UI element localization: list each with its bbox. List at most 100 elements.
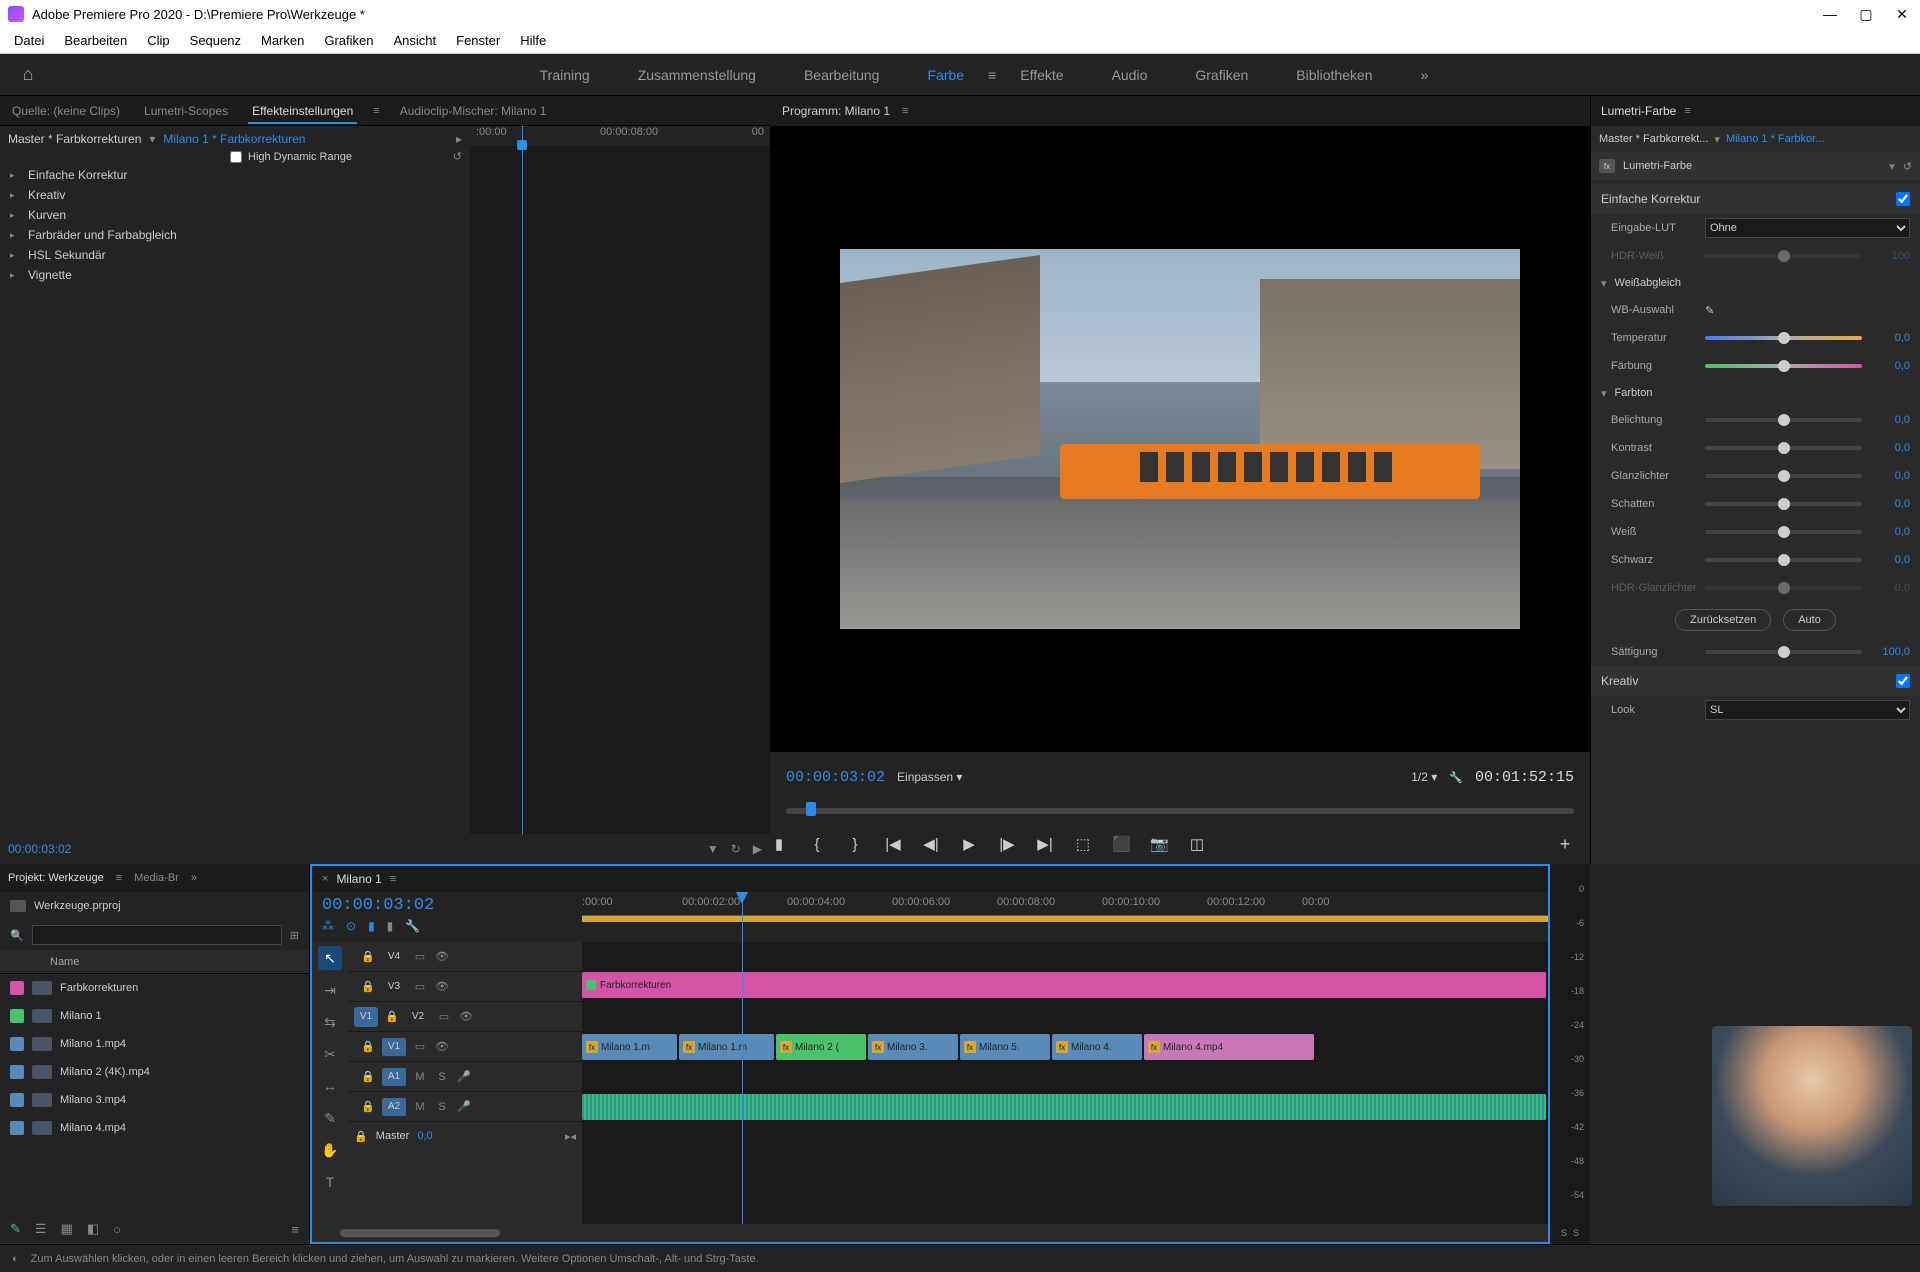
workspace-assembly[interactable]: Zusammenstellung (614, 67, 780, 83)
tab-audio-mixer[interactable]: Audioclip-Mischer: Milano 1 (396, 104, 551, 118)
filter-icon[interactable]: ▼ (707, 842, 719, 856)
column-name-header[interactable]: Name (50, 956, 79, 968)
program-scrubber[interactable] (770, 802, 1590, 824)
button-editor-add-icon[interactable]: + (1556, 834, 1574, 855)
project-item[interactable]: Milano 1.mp4 (0, 1030, 309, 1058)
export-frame-icon[interactable]: 📷 (1150, 835, 1168, 853)
project-item[interactable]: Milano 3.mp4 (0, 1086, 309, 1114)
lumetri-clip-label[interactable]: Milano 1 * Farbkor... (1726, 133, 1824, 145)
blacks-value[interactable]: 0,0 (1870, 554, 1910, 566)
shadows-slider[interactable] (1705, 502, 1862, 506)
toggle-output-icon[interactable]: ▭ (436, 1010, 452, 1023)
reset-icon[interactable]: ↺ (453, 150, 462, 163)
extract-icon[interactable]: ⬛ (1112, 835, 1130, 853)
sequence-tab-menu-icon[interactable]: ≡ (390, 873, 396, 885)
close-sequence-icon[interactable]: × (322, 873, 328, 885)
pen-tool-icon[interactable]: ✎ (318, 1106, 342, 1130)
timeline-timecode[interactable]: 00:00:03:02 (322, 896, 572, 915)
effect-item-vignette[interactable]: Vignette (0, 265, 470, 285)
tab-lumetri-color[interactable]: Lumetri-Farbe (1601, 104, 1676, 118)
effect-item-creative[interactable]: Kreativ (0, 185, 470, 205)
hand-tool-icon[interactable]: ✋ (318, 1138, 342, 1162)
auto-button[interactable]: Auto (1783, 609, 1836, 631)
eye-icon[interactable]: 👁 (434, 950, 450, 963)
tab-effect-controls[interactable]: Effekteinstellungen (248, 104, 357, 124)
sort-icon[interactable]: ○ (113, 1222, 121, 1237)
menu-datei[interactable]: Datei (4, 33, 54, 48)
exposure-slider[interactable] (1705, 418, 1862, 422)
effect-tab-menu-icon[interactable]: ≡ (373, 105, 379, 117)
temperature-slider[interactable] (1705, 336, 1862, 340)
loop-icon[interactable]: ↻ (731, 842, 741, 856)
temperature-value[interactable]: 0,0 (1870, 332, 1910, 344)
panel-overflow-icon[interactable]: » (191, 872, 197, 884)
snap-icon[interactable]: ⁂ (322, 919, 334, 933)
track-v2-label[interactable]: V2 (406, 1008, 430, 1026)
master-collapse-icon[interactable]: ▸◂ (565, 1130, 576, 1143)
subsection-white-balance[interactable]: Weißabgleich (1591, 270, 1920, 296)
video-clip[interactable]: fxMilano 5. (960, 1034, 1050, 1060)
source-v1-patch[interactable]: V1 (354, 1007, 378, 1027)
effect-item-basic[interactable]: Einfache Korrektur (0, 165, 470, 185)
sequence-tab[interactable]: Milano 1 (336, 872, 381, 886)
toggle-output-icon[interactable]: ▭ (412, 950, 428, 963)
meter-solo-left[interactable]: S (1561, 1228, 1567, 1238)
program-playhead[interactable] (806, 802, 816, 816)
workspace-graphics[interactable]: Grafiken (1171, 67, 1272, 83)
voiceover-icon[interactable]: 🎤 (456, 1070, 472, 1083)
project-item[interactable]: Farbkorrekturen (0, 974, 309, 1002)
basic-enable-checkbox[interactable] (1896, 192, 1910, 206)
play-only-icon[interactable]: ▸ (456, 132, 462, 146)
tab-media-browser[interactable]: Media-Br (134, 872, 179, 884)
settings-icon[interactable]: 🔧 (1449, 771, 1463, 784)
label-color-chip[interactable] (10, 981, 24, 995)
tint-slider[interactable] (1705, 364, 1862, 368)
reset-effect-icon[interactable]: ↺ (1903, 160, 1912, 173)
chevron-down-icon[interactable]: ▾ (1714, 133, 1720, 146)
mute-icon[interactable]: M (412, 1101, 428, 1113)
workspace-overflow-icon[interactable]: » (1421, 67, 1429, 83)
tab-program[interactable]: Programm: Milano 1 (782, 104, 890, 118)
selection-tool-icon[interactable]: ↖ (318, 946, 342, 970)
timeline-tracks[interactable]: Farbkorrekturen fxMilano 1.mfxMilano 1.m… (582, 942, 1548, 1224)
track-v3-label[interactable]: V3 (382, 978, 406, 996)
mute-icon[interactable]: M (412, 1071, 428, 1083)
contrast-slider[interactable] (1705, 446, 1862, 450)
new-item-icon[interactable]: ✎ (10, 1221, 21, 1237)
ripple-tool-icon[interactable]: ⇆ (318, 1010, 342, 1034)
shadows-value[interactable]: 0,0 (1870, 498, 1910, 510)
eye-icon[interactable]: 👁 (434, 980, 450, 993)
mark-out-icon[interactable]: } (846, 836, 864, 853)
chevron-down-icon[interactable]: ▾ (149, 132, 155, 146)
contrast-value[interactable]: 0,0 (1870, 442, 1910, 454)
goto-in-icon[interactable]: |◀ (884, 835, 902, 853)
project-item[interactable]: Milano 1 (0, 1002, 309, 1030)
subsection-tone[interactable]: Farbton (1591, 380, 1920, 406)
minimize-button[interactable]: — (1820, 6, 1840, 22)
menu-bearbeiten[interactable]: Bearbeiten (54, 33, 137, 48)
highlights-slider[interactable] (1705, 474, 1862, 478)
whites-slider[interactable] (1705, 530, 1862, 534)
play-button[interactable]: ▶ (960, 835, 978, 853)
menu-fenster[interactable]: Fenster (446, 33, 510, 48)
timeline-ruler[interactable]: :00:0000:00:02:0000:00:04:0000:00:06:000… (582, 892, 1548, 916)
menu-sequenz[interactable]: Sequenz (180, 33, 251, 48)
effect-timecode[interactable]: 00:00:03:02 (8, 842, 71, 856)
highlights-value[interactable]: 0,0 (1870, 470, 1910, 482)
video-clip[interactable]: fxMilano 3. (868, 1034, 958, 1060)
effect-playhead[interactable] (522, 126, 523, 834)
icon-view-icon[interactable]: ▦ (61, 1221, 73, 1237)
track-a1-target[interactable]: A1 (382, 1068, 406, 1086)
type-tool-icon[interactable]: T (318, 1170, 342, 1194)
project-tab-menu-icon[interactable]: ≡ (116, 872, 122, 884)
workspace-color[interactable]: Farbe (903, 67, 988, 83)
tint-value[interactable]: 0,0 (1870, 360, 1910, 372)
lock-icon[interactable]: 🔒 (360, 1040, 376, 1053)
marker-in-icon[interactable]: ▮ (770, 835, 788, 853)
comparison-icon[interactable]: ◫ (1188, 835, 1206, 853)
lock-icon[interactable]: 🔒 (360, 950, 376, 963)
saturation-value[interactable]: 100,0 (1870, 646, 1910, 658)
solo-icon[interactable]: S (434, 1101, 450, 1113)
look-dropdown[interactable]: SL (1705, 700, 1910, 720)
input-lut-dropdown[interactable]: Ohne (1705, 218, 1910, 238)
